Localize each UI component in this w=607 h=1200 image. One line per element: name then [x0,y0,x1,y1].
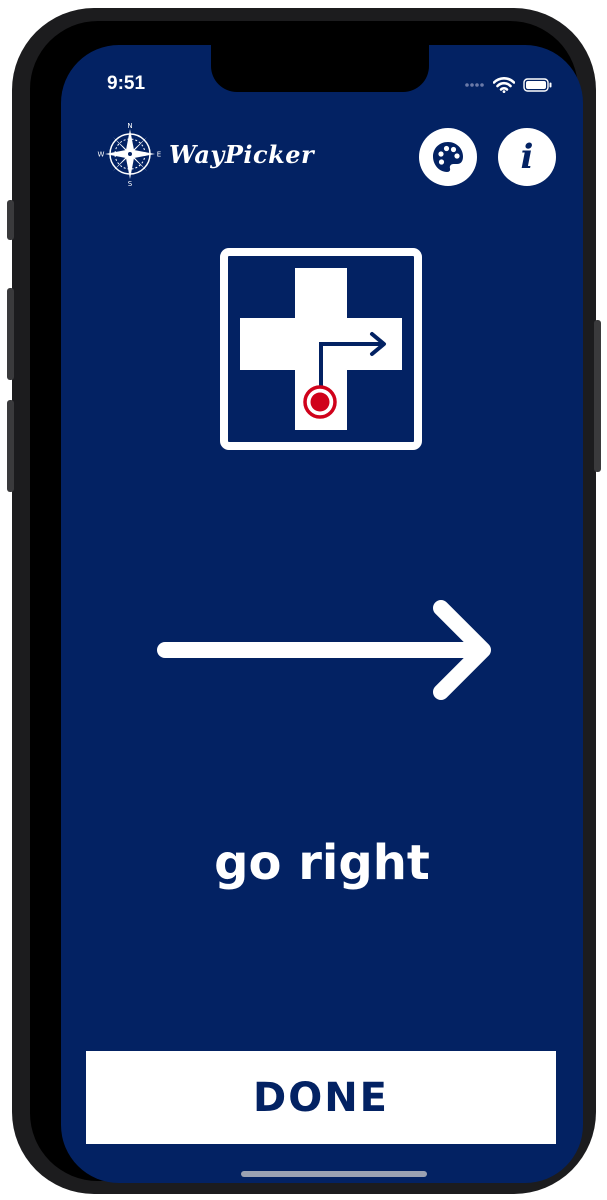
home-indicator[interactable] [241,1171,427,1177]
app-header: N S W E WayPicker i [61,115,583,191]
info-icon: i [520,137,534,177]
palette-icon [433,142,463,172]
compass-e-label: E [157,151,161,159]
compass-n-label: N [127,122,132,130]
compass-rose-icon: N S W E [98,122,162,187]
app-name: WayPicker [169,139,315,169]
status-time: 9:51 [107,73,146,94]
volume-up-button [7,288,14,380]
compass-s-label: S [128,180,133,187]
mute-switch [7,200,14,240]
turn-right-intersection-icon [220,248,422,450]
power-button [594,320,601,472]
done-button[interactable]: DONE [86,1051,556,1144]
direction-instruction: go right [214,835,430,891]
volume-down-button [7,400,14,492]
compass-w-label: W [98,151,105,159]
app-logo: N S W E WayPicker [97,121,314,187]
info-button[interactable]: i [498,128,556,186]
arrow-right-icon [157,600,491,700]
theme-palette-button[interactable] [419,128,477,186]
wifi-icon [493,77,515,93]
screen-bezel: 9:51 N S W E WayPicker i go right DONE [30,21,583,1183]
notch [211,45,429,92]
status-icons [465,77,553,93]
cellular-signal-icon [465,83,484,87]
phone-frame: 9:51 N S W E WayPicker i go right DONE [7,8,601,1194]
battery-icon [523,78,552,92]
app-screen: 9:51 N S W E WayPicker i go right DONE [61,45,583,1183]
